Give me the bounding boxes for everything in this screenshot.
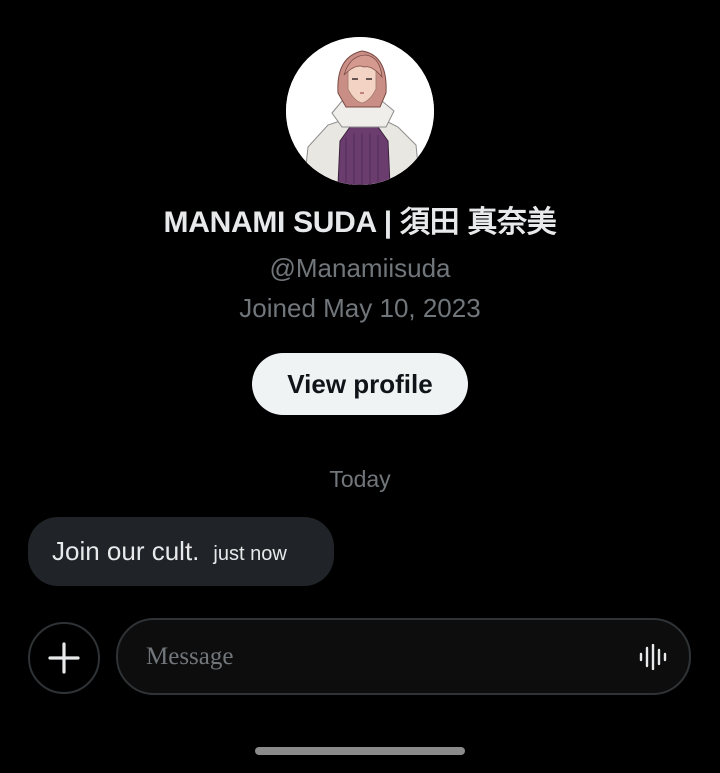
day-divider: Today bbox=[329, 466, 391, 492]
plus-icon bbox=[48, 642, 80, 674]
avatar-illustration bbox=[286, 37, 434, 185]
profile-display-name: MANAMI SUDA | 須田 真奈美 bbox=[163, 206, 557, 239]
message-input[interactable] bbox=[144, 636, 618, 678]
profile-avatar[interactable] bbox=[286, 37, 434, 185]
voice-waveform-icon[interactable] bbox=[639, 644, 667, 670]
profile-handle: @Manamiisuda bbox=[269, 253, 451, 283]
view-profile-button[interactable]: View profile bbox=[252, 353, 468, 415]
message-bubble[interactable]: Join our cult. just now bbox=[28, 517, 334, 586]
profile-joined-date: Joined May 10, 2023 bbox=[239, 293, 481, 323]
add-attachment-button[interactable] bbox=[28, 622, 100, 694]
home-indicator[interactable] bbox=[255, 747, 465, 755]
message-text: Join our cult. bbox=[52, 536, 200, 566]
message-timestamp: just now bbox=[213, 543, 287, 565]
message-composer[interactable] bbox=[116, 618, 691, 695]
